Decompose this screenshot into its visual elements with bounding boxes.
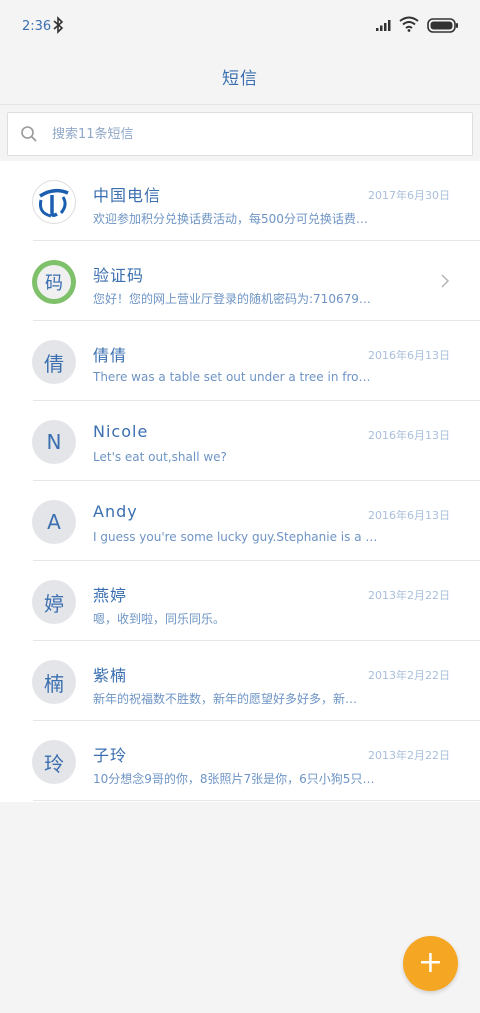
avatar: N [32, 420, 76, 464]
china-telecom-logo-icon [39, 188, 69, 218]
sender-name: 倩倩 [93, 346, 128, 365]
conversation-item[interactable]: 中国电信 2017年6月30日 欢迎参加积分兑换话费活动，每500分可兑换话费… [0, 161, 480, 241]
sender-name: 燕婷 [93, 586, 128, 605]
conversation-item[interactable]: 倩 倩倩 2016年6月13日 There was a table set ou… [0, 321, 480, 401]
message-date: 2016年6月13日 [368, 429, 450, 442]
avatar: 婷 [32, 580, 76, 624]
message-preview: 欢迎参加积分兑换话费活动，每500分可兑换话费… [93, 212, 368, 226]
battery-icon [427, 18, 458, 33]
message-preview: 新年的祝福数不胜数，新年的愿望好多好多，新… [93, 692, 358, 706]
sender-name: 中国电信 [93, 186, 162, 205]
message-preview: There was a table set out under a tree i… [93, 370, 371, 384]
message-date: 2016年6月13日 [368, 509, 450, 522]
message-preview: I guess you're some lucky guy.Stephanie … [93, 530, 378, 544]
sender-name: Andy [93, 502, 138, 521]
plus-icon: + [417, 944, 444, 980]
message-date: 2013年2月22日 [368, 589, 450, 602]
conversation-item[interactable]: 码 验证码 您好！您的网上营业厅登录的随机密码为:710679… [0, 241, 480, 321]
avatar: 楠 [32, 660, 76, 704]
avatar-initial: 码 [37, 265, 71, 299]
chevron-right-icon[interactable] [440, 273, 450, 289]
status-time: 2:36 [22, 19, 52, 34]
sender-name: 子玲 [93, 746, 128, 765]
new-message-button[interactable]: + [403, 936, 458, 991]
divider [33, 800, 480, 801]
sender-name: 验证码 [93, 266, 145, 285]
message-date: 2016年6月13日 [368, 349, 450, 362]
conversation-item[interactable]: 楠 紫楠 2013年2月22日 新年的祝福数不胜数，新年的愿望好多好多，新… [0, 641, 480, 721]
sender-name: 紫楠 [93, 666, 128, 685]
avatar: 倩 [32, 340, 76, 384]
search-bar [0, 104, 480, 162]
message-date: 2013年2月22日 [368, 669, 450, 682]
search-box[interactable] [7, 112, 473, 156]
message-date: 2013年2月22日 [368, 749, 450, 762]
search-input[interactable] [50, 125, 434, 143]
sender-name: Nicole [93, 422, 149, 441]
search-icon [21, 126, 37, 142]
message-date: 2017年6月30日 [368, 189, 450, 202]
conversation-item[interactable]: 玲 子玲 2013年2月22日 10分想念9哥的你，8张照片7张是你，6只小狗5… [0, 721, 480, 801]
signal-icon [376, 20, 391, 31]
bluetooth-icon [53, 16, 64, 34]
avatar: 码 [32, 260, 76, 304]
message-preview: 您好！您的网上营业厅登录的随机密码为:710679… [93, 292, 371, 306]
message-preview: 10分想念9哥的你，8张照片7张是你，6只小狗5只… [93, 772, 375, 786]
message-preview: Let's eat out,shall we? [93, 450, 227, 464]
conversation-item[interactable]: A Andy 2016年6月13日 I guess you're some lu… [0, 481, 480, 561]
conversation-item[interactable]: 婷 燕婷 2013年2月22日 嗯，收到啦，同乐同乐。 [0, 561, 480, 641]
avatar: 玲 [32, 740, 76, 784]
status-bar: 2:36 [0, 0, 480, 52]
avatar [32, 180, 76, 224]
wifi-icon [399, 16, 419, 32]
conversation-list: 中国电信 2017年6月30日 欢迎参加积分兑换话费活动，每500分可兑换话费…… [0, 161, 480, 802]
message-preview: 嗯，收到啦，同乐同乐。 [93, 612, 226, 626]
page-title: 短信 [222, 69, 258, 89]
avatar: A [32, 500, 76, 544]
conversation-item[interactable]: N Nicole 2016年6月13日 Let's eat out,shall … [0, 401, 480, 481]
